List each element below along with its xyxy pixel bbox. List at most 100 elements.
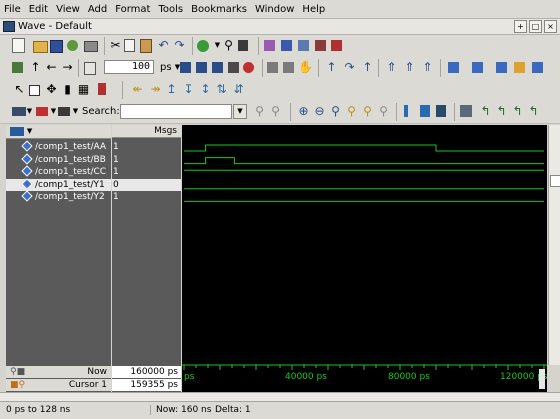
- zoom-last-icon[interactable]: ⚲: [376, 104, 391, 119]
- open-folder-icon[interactable]: [33, 41, 48, 53]
- zoom-mode-icon[interactable]: [29, 85, 40, 96]
- edge-any-icon[interactable]: ↕: [198, 82, 213, 97]
- signal-row[interactable]: /comp1_test/BB: [6, 153, 111, 166]
- search-prev-icon[interactable]: ⚲: [252, 104, 267, 119]
- step-forward-icon[interactable]: →: [60, 60, 75, 75]
- restart-icon[interactable]: [84, 62, 96, 75]
- search-input[interactable]: [120, 104, 232, 119]
- menu-add[interactable]: Add: [84, 4, 111, 15]
- run-icon[interactable]: [197, 40, 209, 52]
- run-all-icon[interactable]: [212, 62, 223, 73]
- edge-rise-icon[interactable]: ↥: [164, 82, 179, 97]
- step-up-icon[interactable]: ↑: [28, 60, 43, 75]
- new-file-icon[interactable]: [12, 38, 25, 53]
- memory-icon[interactable]: [298, 40, 309, 51]
- step-over-arrow-icon[interactable]: ↷: [342, 60, 357, 75]
- signal-row[interactable]: /comp1_test/Y1: [6, 178, 111, 191]
- stop-sim-icon[interactable]: [243, 62, 254, 73]
- trace-up-icon[interactable]: ⇑: [420, 60, 435, 75]
- insert-cursor-dropdown-icon[interactable]: ▼: [68, 104, 83, 119]
- menu-help[interactable]: Help: [298, 4, 329, 15]
- signal-row[interactable]: /comp1_test/AA: [6, 140, 111, 153]
- zoom-cursor-icon[interactable]: ⚲: [344, 104, 359, 119]
- wave-step-3-icon[interactable]: ↰: [510, 104, 525, 119]
- edge-fall-icon[interactable]: ↧: [181, 82, 196, 97]
- trace-icon[interactable]: ⇑: [384, 60, 399, 75]
- menu-view[interactable]: View: [52, 4, 84, 15]
- undo-icon[interactable]: ↶: [156, 38, 171, 53]
- hand-icon[interactable]: ✋: [298, 60, 313, 75]
- wave-step-2-icon[interactable]: ↰: [494, 104, 509, 119]
- measure-mode-icon[interactable]: ▦: [76, 82, 91, 97]
- signal-header-dropdown-icon[interactable]: ▼: [27, 127, 32, 135]
- zoom-full-icon[interactable]: ⚲: [328, 104, 343, 119]
- step-back-icon[interactable]: ←: [44, 60, 59, 75]
- vertical-scrollbar[interactable]: [548, 125, 560, 365]
- run-length-input[interactable]: 100: [104, 60, 154, 74]
- hierarchy-icon[interactable]: [238, 40, 248, 51]
- menu-format[interactable]: Format: [111, 4, 154, 15]
- menu-edit[interactable]: Edit: [25, 4, 52, 15]
- cursor-label[interactable]: Cursor 1: [69, 380, 107, 390]
- cut-icon[interactable]: ✂: [108, 38, 123, 53]
- dataflow-icon[interactable]: [448, 62, 459, 73]
- menu-file[interactable]: File: [0, 4, 25, 15]
- search-next-icon[interactable]: ⚲: [268, 104, 283, 119]
- zoom-in-icon[interactable]: ⊕: [296, 104, 311, 119]
- vertical-scrollbar-thumb[interactable]: [550, 175, 560, 187]
- trace-cone-icon[interactable]: ⇑: [402, 60, 417, 75]
- edge-search-icon[interactable]: ⇅: [214, 82, 229, 97]
- pan-mode-icon[interactable]: ✥: [44, 82, 59, 97]
- dataflow-expand-icon[interactable]: [514, 62, 525, 73]
- zoom-out-icon[interactable]: ⊖: [312, 104, 327, 119]
- edge-prev-icon[interactable]: ↞: [130, 82, 145, 97]
- find-icon[interactable]: ⚲: [221, 38, 236, 53]
- cursor-row-icons[interactable]: ■⚲: [6, 379, 25, 391]
- edge-expr-icon[interactable]: ⇵: [231, 82, 246, 97]
- wave-settings-icon[interactable]: [460, 105, 472, 117]
- add-wave-icon[interactable]: [12, 62, 23, 73]
- stop-icon[interactable]: [331, 40, 342, 51]
- dataflow-trace-icon[interactable]: [496, 62, 507, 73]
- step-into-icon[interactable]: [267, 62, 278, 73]
- step-over-icon[interactable]: [283, 62, 294, 73]
- undock-icon[interactable]: □: [529, 20, 542, 33]
- redo-icon[interactable]: ↷: [172, 38, 187, 53]
- simulate-icon[interactable]: [281, 40, 292, 51]
- dataflow-collapse-icon[interactable]: [532, 62, 543, 73]
- signal-row[interactable]: /comp1_test/CC: [6, 165, 111, 178]
- paste-icon[interactable]: [140, 39, 152, 53]
- edge-next-icon[interactable]: ↠: [148, 82, 163, 97]
- save-icon[interactable]: [50, 40, 63, 53]
- step-out-icon[interactable]: ↑: [360, 60, 375, 75]
- wave-format-dropdown-icon[interactable]: ▼: [22, 104, 37, 119]
- close-icon[interactable]: ×: [544, 20, 557, 33]
- break-icon[interactable]: [315, 40, 326, 51]
- waveform-canvas[interactable]: ps 40000 ps 80000 ps 120000 ps: [182, 125, 548, 392]
- signal-row[interactable]: /comp1_test/Y2: [6, 190, 111, 203]
- menu-bookmarks[interactable]: Bookmarks: [187, 4, 251, 15]
- cursor-marker[interactable]: [539, 369, 545, 389]
- run-icon-2[interactable]: [180, 62, 191, 73]
- menu-window[interactable]: Window: [251, 4, 298, 15]
- select-mode-icon[interactable]: ↖: [12, 82, 27, 97]
- compile-icon[interactable]: [264, 40, 275, 51]
- search-dropdown-icon[interactable]: ▼: [233, 104, 247, 119]
- dock-icon[interactable]: +: [514, 20, 527, 33]
- cursor-add-icon[interactable]: [404, 105, 408, 117]
- break-sim-icon[interactable]: [228, 62, 239, 73]
- waveform-pane[interactable]: ps 40000 ps 80000 ps 120000 ps: [182, 125, 548, 392]
- menu-tools[interactable]: Tools: [154, 4, 187, 15]
- zoom-region-icon[interactable]: ⚲: [360, 104, 375, 119]
- dataflow-next-icon[interactable]: [472, 62, 483, 73]
- wave-step-4-icon[interactable]: ↰: [526, 104, 541, 119]
- reload-icon[interactable]: [67, 40, 78, 51]
- signal-header-icon[interactable]: [10, 127, 24, 136]
- cursor-lock-icon[interactable]: [436, 105, 446, 117]
- step-icon[interactable]: ↑: [324, 60, 339, 75]
- cursor-delete-icon[interactable]: [420, 105, 430, 117]
- stop-drawing-icon[interactable]: [98, 83, 106, 95]
- edit-mode-icon[interactable]: ▮: [60, 82, 75, 97]
- wave-step-1-icon[interactable]: ↰: [478, 104, 493, 119]
- copy-icon[interactable]: [124, 39, 135, 52]
